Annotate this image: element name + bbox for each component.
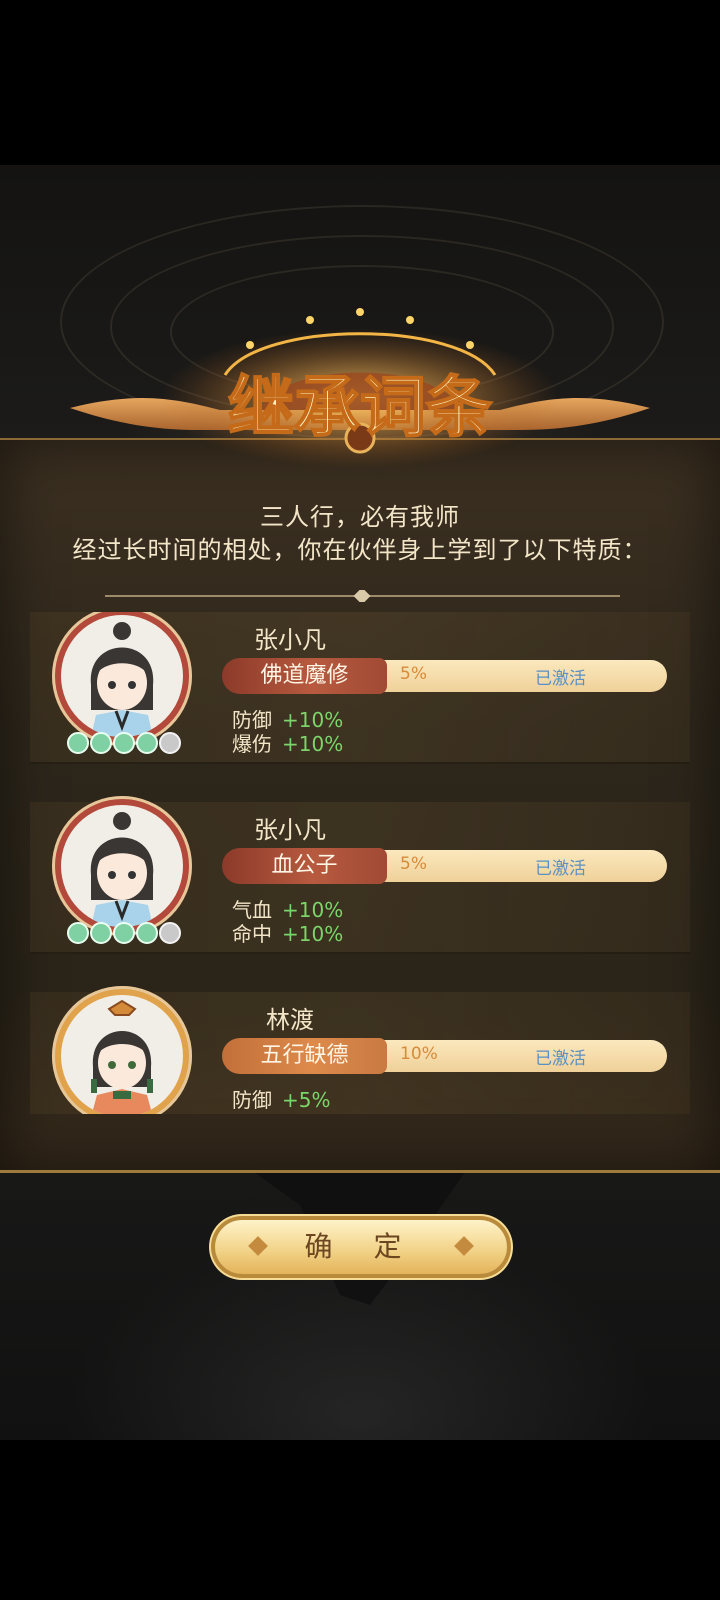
- list-item: 林渡 五行缺德 10% 已激活 防御 +5%: [0, 986, 720, 1114]
- trait-percent: 5%: [400, 664, 427, 684]
- trait-bar: 血公子 5% 已激活: [222, 848, 667, 884]
- companion-name: 林渡: [266, 1006, 314, 1034]
- subtitle-line-1: 三人行，必有我师: [260, 503, 460, 531]
- gem-rating: [67, 922, 181, 944]
- trait-status: 已激活: [535, 1049, 586, 1069]
- trait-bar: 佛道魔修 5% 已激活: [222, 658, 667, 694]
- trait-status: 已激活: [535, 859, 586, 879]
- trait-list[interactable]: 张小凡 佛道魔修 5% 已激活 防御 +10% 爆伤 +10% 张小凡 血公子 …: [0, 612, 720, 1114]
- list-item: 张小凡 佛道魔修 5% 已激活 防御 +10% 爆伤 +10%: [0, 612, 720, 802]
- avatar[interactable]: [52, 986, 192, 1114]
- diamond-icon: [454, 1236, 474, 1256]
- avatar[interactable]: [52, 796, 192, 936]
- stat-row: 命中 +10%: [232, 918, 343, 947]
- stat-value: +10%: [282, 732, 344, 756]
- title-text: 继承词条: [228, 368, 492, 446]
- avatar-image: [61, 805, 183, 927]
- trait-tag: 五行缺德: [222, 1038, 387, 1074]
- gem-rating: [67, 732, 181, 754]
- divider: [105, 590, 620, 602]
- stat-label: 命中: [232, 922, 272, 946]
- avatar-image: [61, 615, 183, 737]
- stat-row: 防御 +5%: [232, 1084, 331, 1113]
- avatar-image: [61, 995, 183, 1114]
- stat-row: 爆伤 +10%: [232, 728, 343, 757]
- stat-value: +10%: [282, 922, 344, 946]
- companion-name: 张小凡: [254, 626, 326, 654]
- trait-percent: 10%: [400, 1044, 438, 1064]
- stat-value: +5%: [282, 1088, 331, 1112]
- title-banner: 继承词条: [70, 308, 650, 468]
- confirm-label: 确 定: [304, 1230, 418, 1263]
- trait-tag: 佛道魔修: [222, 658, 387, 694]
- avatar[interactable]: [52, 612, 192, 746]
- stat-label: 防御: [232, 1088, 272, 1112]
- trait-status: 已激活: [535, 669, 586, 689]
- diamond-icon: [248, 1236, 268, 1256]
- subtitle-line-2: 经过长时间的相处，你在伙伴身上学到了以下特质：: [72, 536, 648, 564]
- trait-tag: 血公子: [222, 848, 387, 884]
- list-item: 张小凡 血公子 5% 已激活 气血 +10% 命中 +10%: [0, 796, 720, 992]
- stat-label: 爆伤: [232, 732, 272, 756]
- confirm-button[interactable]: 确 定: [215, 1220, 507, 1274]
- companion-name: 张小凡: [254, 816, 326, 844]
- trait-bar: 五行缺德 10% 已激活: [222, 1038, 667, 1074]
- trait-percent: 5%: [400, 854, 427, 874]
